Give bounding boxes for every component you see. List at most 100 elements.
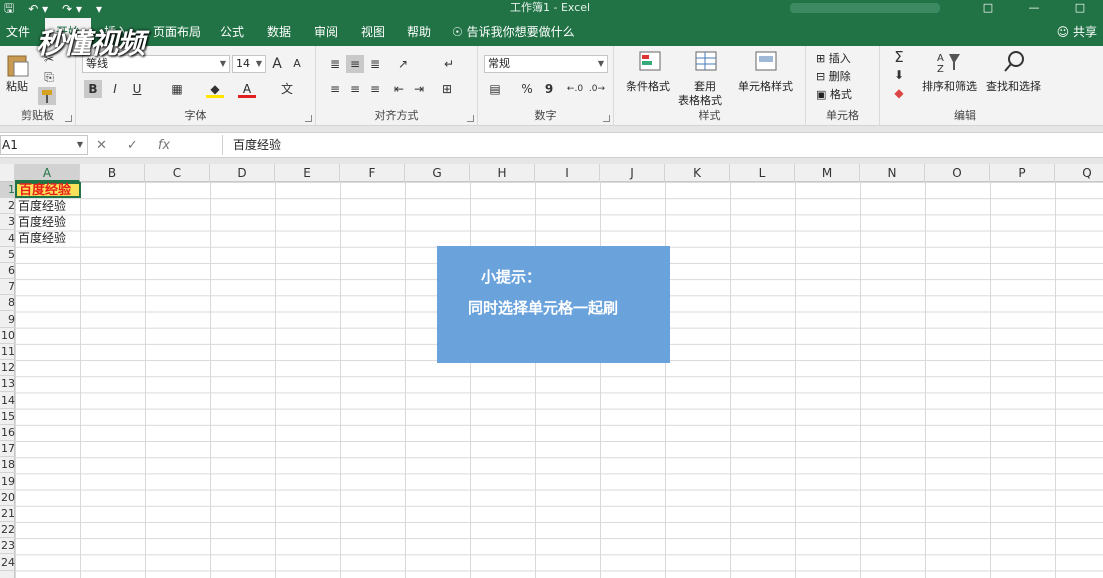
font-color-button[interactable]: A [238, 80, 256, 98]
column-header-l[interactable]: L [730, 164, 795, 182]
underline-button[interactable]: U [128, 80, 146, 98]
conditional-formatting-icon[interactable] [638, 50, 664, 74]
increase-decimal-icon[interactable]: ←.0 [566, 80, 584, 98]
row-header-10[interactable]: 10 [0, 328, 15, 344]
column-header-e[interactable]: E [275, 164, 340, 182]
number-launcher-icon[interactable] [603, 115, 610, 122]
tab-page-layout[interactable]: 页面布局 [148, 18, 206, 46]
row-header-8[interactable]: 8 [0, 295, 15, 312]
row-header-23[interactable]: 23 [0, 538, 15, 555]
row-header-6[interactable]: 6 [0, 263, 15, 279]
row-header-22[interactable]: 22 [0, 522, 15, 539]
name-box[interactable]: A1 ▼ [0, 135, 88, 155]
wrap-text-icon[interactable]: ↵ [440, 55, 458, 73]
format-painter-icon[interactable] [38, 87, 56, 105]
grow-font-button[interactable]: A [268, 55, 286, 73]
paste-icon[interactable] [5, 52, 31, 77]
ribbon-display-icon[interactable]: □ [965, 0, 1011, 18]
save-icon[interactable]: 🖫 [4, 0, 14, 20]
cell-a1[interactable]: 百度经验 [15, 182, 81, 198]
find-select-button[interactable]: 查找和选择 [986, 78, 1041, 94]
merge-center-icon[interactable]: ⊞ [438, 80, 456, 98]
column-header-m[interactable]: M [795, 164, 860, 182]
column-header-g[interactable]: G [405, 164, 470, 182]
tab-file[interactable]: 文件 [3, 18, 33, 46]
column-header-p[interactable]: P [990, 164, 1055, 182]
font-size-select[interactable]: 14 ▼ [232, 55, 266, 73]
row-header-17[interactable]: 17 [0, 441, 15, 458]
accounting-format-icon[interactable]: ▤ [486, 80, 504, 98]
alignment-launcher-icon[interactable] [467, 115, 474, 122]
row-header-14[interactable]: 14 [0, 393, 15, 409]
phonetic-button[interactable]: 文 [278, 80, 296, 98]
column-header-f[interactable]: F [340, 164, 405, 182]
row-header-24[interactable]: 24 [0, 555, 15, 571]
row-header-19[interactable]: 19 [0, 474, 15, 490]
formula-input[interactable]: 百度经验 [222, 135, 1103, 155]
row-header-15[interactable]: 15 [0, 409, 15, 425]
align-bottom-icon[interactable]: ≣ [366, 55, 384, 73]
borders-icon[interactable]: ▦ [168, 80, 186, 98]
minimize-icon[interactable]: — [1011, 0, 1057, 18]
bold-button[interactable]: B [84, 80, 102, 98]
cell-a2[interactable]: 百度经验 [15, 198, 66, 214]
column-header-k[interactable]: K [665, 164, 730, 182]
cell-area[interactable] [15, 182, 1103, 578]
column-header-b[interactable]: B [80, 164, 145, 182]
row-header-21[interactable]: 21 [0, 506, 15, 522]
fill-color-icon[interactable]: ◆ [206, 80, 224, 98]
insert-cells-button[interactable]: ⊞ 插入 [816, 50, 851, 66]
format-cells-button[interactable]: ▣ 格式 [816, 86, 852, 102]
font-launcher-icon[interactable] [305, 115, 312, 122]
align-center-icon[interactable]: ≡ [346, 80, 364, 98]
enter-icon[interactable]: ✓ [127, 138, 138, 153]
decrease-decimal-icon[interactable]: .0→ [588, 80, 606, 98]
row-header-18[interactable]: 18 [0, 457, 15, 474]
insert-function-button[interactable]: fx [158, 138, 170, 153]
tab-data[interactable]: 数据 [263, 18, 295, 46]
column-header-n[interactable]: N [860, 164, 925, 182]
row-header-13[interactable]: 13 [0, 376, 15, 393]
autosum-icon[interactable]: Σ [890, 48, 908, 66]
sort-filter-icon[interactable]: AZ [936, 50, 962, 75]
sort-filter-button[interactable]: 排序和筛选 [922, 78, 977, 94]
tell-me-search[interactable]: ☉ 告诉我你想要做什么 [452, 18, 575, 46]
redo-icon[interactable]: ↷ ▾ [62, 2, 82, 16]
row-header-16[interactable]: 16 [0, 425, 15, 441]
customize-qat-icon[interactable]: ▾ [96, 2, 102, 16]
select-all-corner[interactable] [0, 164, 15, 182]
row-header-7[interactable]: 7 [0, 279, 15, 296]
row-header-9[interactable]: 9 [0, 312, 15, 328]
clear-icon[interactable]: ◆ [890, 84, 908, 102]
align-left-icon[interactable]: ≡ [326, 80, 344, 98]
format-as-table-icon[interactable] [694, 50, 720, 74]
row-header-2[interactable]: 2 [0, 198, 15, 215]
copy-icon[interactable]: ⎘ [40, 68, 58, 86]
share-button[interactable]: ☺ 共享 [1057, 18, 1097, 46]
number-format-select[interactable]: 常规 ▼ [484, 55, 608, 73]
column-header-j[interactable]: J [600, 164, 665, 182]
format-as-table-line2[interactable]: 表格格式 [678, 92, 722, 108]
row-header-12[interactable]: 12 [0, 360, 15, 377]
row-header-3[interactable]: 3 [0, 214, 15, 231]
column-header-h[interactable]: H [470, 164, 535, 182]
cancel-icon[interactable]: ✕ [96, 138, 107, 153]
undo-icon[interactable]: ↶ ▾ [28, 2, 48, 16]
decrease-indent-icon[interactable]: ⇤ [390, 80, 408, 98]
cell-styles-icon[interactable] [754, 50, 780, 74]
cell-a4[interactable]: 百度经验 [15, 230, 66, 246]
column-header-q[interactable]: Q [1055, 164, 1103, 182]
align-middle-icon[interactable]: ≡ [346, 55, 364, 73]
fill-icon[interactable]: ⬇ [890, 66, 908, 84]
column-header-c[interactable]: C [145, 164, 210, 182]
tab-review[interactable]: 审阅 [310, 18, 342, 46]
column-header-i[interactable]: I [535, 164, 600, 182]
increase-indent-icon[interactable]: ⇥ [410, 80, 428, 98]
tab-help[interactable]: 帮助 [403, 18, 435, 46]
conditional-formatting-button[interactable]: 条件格式 [626, 78, 670, 94]
tab-formulas[interactable]: 公式 [216, 18, 248, 46]
maximize-icon[interactable]: □ [1057, 0, 1103, 18]
column-header-o[interactable]: O [925, 164, 990, 182]
row-header-20[interactable]: 20 [0, 490, 15, 506]
align-right-icon[interactable]: ≡ [366, 80, 384, 98]
